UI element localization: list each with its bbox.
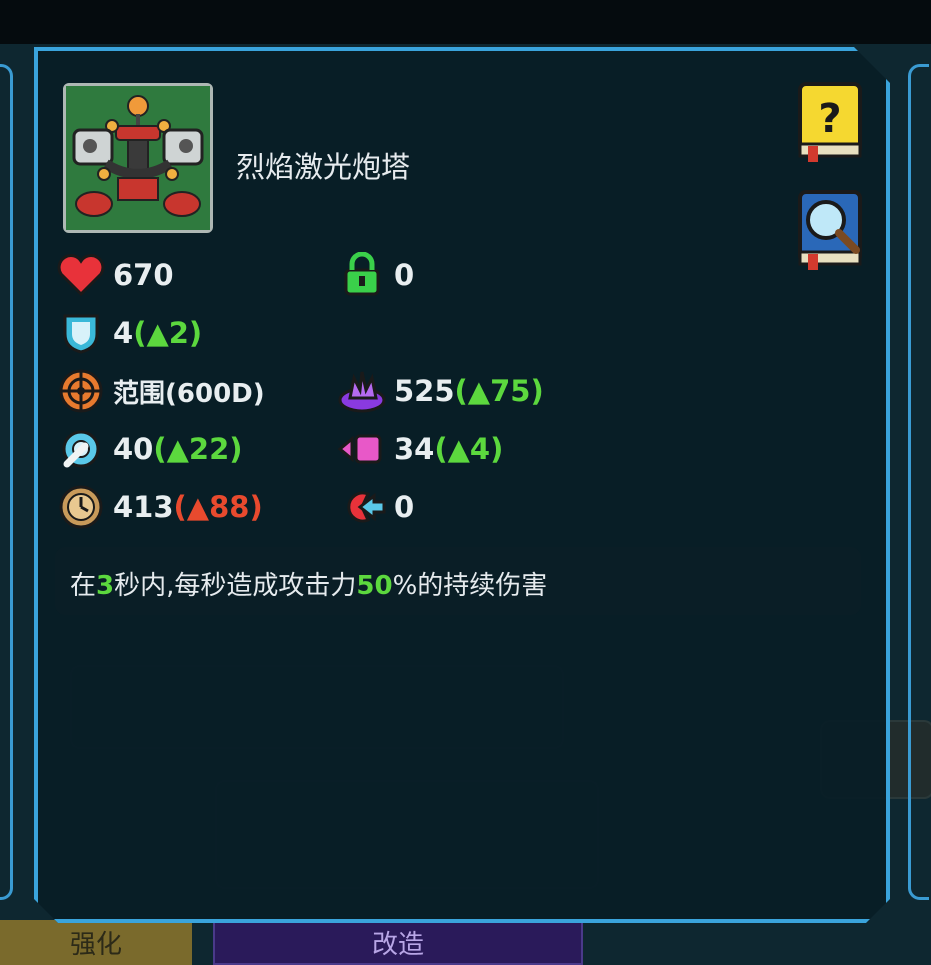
cooldown-delta: (▲88): [173, 490, 263, 524]
right-neighbor-frame: [908, 64, 929, 900]
retreat-value: 0: [394, 490, 415, 524]
shield-gate-value: 0: [394, 258, 415, 292]
knockback-delta: (▲4): [434, 432, 504, 466]
clock-gear-icon: [55, 484, 107, 530]
attack-speed-value: 40: [113, 432, 154, 466]
stat-range: 范围(600D): [55, 368, 265, 414]
range-value: 范围(600D): [113, 378, 265, 409]
desc-part-1: 在: [70, 571, 97, 601]
stat-retreat: 0: [336, 484, 414, 530]
tab-modify[interactable]: 改造: [213, 920, 583, 965]
stat-shield-gate: 0: [336, 251, 415, 298]
left-neighbor-frame: [0, 64, 13, 900]
effect-description: 在3秒内,每秒造成攻击力50%的持续伤害: [70, 565, 547, 602]
top-bar: [0, 0, 931, 44]
knockback-icon: [336, 426, 388, 472]
knockback-value: 34: [394, 432, 435, 466]
help-book-icon: ?: [798, 82, 862, 162]
attack-speed-delta: (▲22): [153, 432, 243, 466]
tower-name: 烈焰激光炮塔: [236, 150, 411, 184]
stat-health: 670: [55, 252, 174, 298]
tab-upgrade-label: 强化: [69, 930, 122, 960]
armor-delta: (▲2): [133, 316, 203, 350]
cooldown-value: 413: [113, 490, 174, 524]
magnify-book-icon: [798, 190, 862, 270]
desc-part-2: 秒内,每秒造成攻击力: [114, 571, 357, 601]
armor-value: 4: [113, 316, 134, 350]
stat-armor: 4 (▲2): [55, 310, 202, 356]
tab-modify-label: 改造: [371, 930, 424, 960]
help-book-button[interactable]: ?: [796, 80, 862, 164]
stat-attack: 525 (▲75): [336, 368, 544, 414]
health-value: 670: [113, 258, 174, 292]
svg-text:?: ?: [818, 96, 841, 142]
desc-duration: 3: [96, 571, 115, 601]
stat-knockback: 34 (▲4): [336, 426, 503, 472]
heart-icon: [55, 252, 107, 298]
gear-wrench-icon: [55, 426, 107, 472]
retreat-icon: [336, 484, 388, 530]
attack-value: 525: [394, 374, 455, 408]
stat-attack-speed: 40 (▲22): [55, 426, 243, 472]
desc-percent: 50: [356, 571, 393, 601]
laser-tower-icon: [66, 86, 210, 230]
shield-icon: [55, 310, 107, 356]
tower-portrait: [63, 83, 213, 233]
attack-delta: (▲75): [454, 374, 544, 408]
lock-icon: [336, 251, 388, 298]
stat-cooldown: 413 (▲88): [55, 484, 263, 530]
crosshair-icon: [55, 368, 107, 414]
desc-part-3: %的持续伤害: [392, 571, 548, 601]
inspect-book-button[interactable]: [796, 188, 862, 272]
purple-flame-icon: [336, 368, 388, 414]
tab-upgrade[interactable]: 强化: [0, 920, 192, 965]
